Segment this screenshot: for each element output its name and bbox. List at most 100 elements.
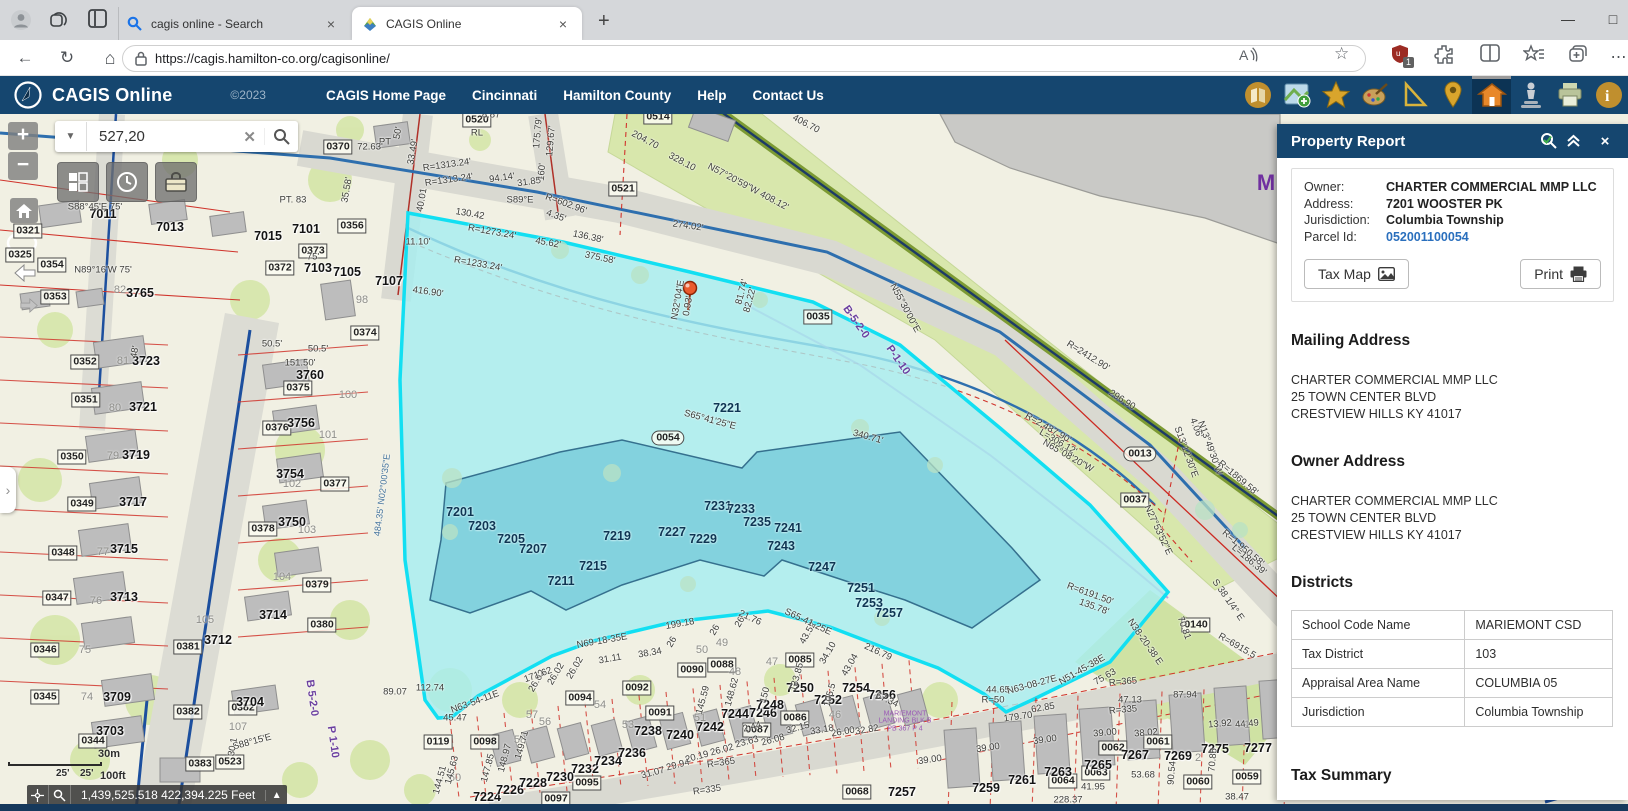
toolbox-button[interactable] <box>155 162 197 202</box>
nav-link-hamilton-county[interactable]: Hamilton County <box>563 88 671 103</box>
districts-table: School Code NameMARIEMONT CSDTax Distric… <box>1291 610 1613 727</box>
tab-cagis-active[interactable]: CAGIS Online × <box>352 7 582 40</box>
refresh-button[interactable]: ↻ <box>56 47 78 69</box>
property-report-icon[interactable] <box>1472 76 1511 114</box>
map-search-box[interactable]: ▼ 527,20 ✕ <box>55 121 298 152</box>
search-input[interactable]: 527,20 <box>87 128 235 145</box>
print-button[interactable]: Print <box>1520 259 1601 289</box>
coordinates-readout: 1,439,525.518 422,394.225 Feet <box>71 788 265 802</box>
parcel-info-card: Owner:CHARTER COMMERCIAL MMP LLCAddress:… <box>1291 168 1614 302</box>
crosshair-icon[interactable] <box>27 785 49 805</box>
default-extent-button[interactable] <box>10 198 38 223</box>
districts-row: School Code NameMARIEMONT CSD <box>1292 611 1613 640</box>
header-toolbar: i <box>1238 76 1628 114</box>
parcel-info-row: Jurisdiction:Columbia Township <box>1304 212 1601 229</box>
tax-summary-heading: Tax Summary <box>1291 767 1614 785</box>
print-icon[interactable] <box>1550 76 1589 114</box>
panel-body: Owner:CHARTER COMMERCIAL MMP LLCAddress:… <box>1277 158 1628 800</box>
search-clear-icon[interactable]: ✕ <box>235 128 264 146</box>
cagis-tab-favicon <box>362 16 378 32</box>
bookmarks-icon[interactable] <box>1316 76 1355 114</box>
info-value: Columbia Township <box>1386 212 1504 229</box>
extension-badge: 1 <box>1403 57 1414 68</box>
add-data-icon[interactable] <box>1277 76 1316 114</box>
next-extent-button[interactable] <box>20 298 38 313</box>
scale-tick-label: 25' <box>56 768 70 779</box>
favorite-star-icon[interactable]: ☆ <box>1334 44 1349 64</box>
parcel-info-rows: Owner:CHARTER COMMERCIAL MMP LLCAddress:… <box>1304 179 1601 245</box>
svg-text:A: A <box>1239 47 1249 63</box>
address-line: CHARTER COMMERCIAL MMP LLC <box>1291 493 1614 510</box>
property-report-panel: Property Report × Owner:CHARTER COMMERCI… <box>1277 124 1628 800</box>
minimize-button[interactable]: — <box>1551 4 1585 34</box>
address-bar[interactable]: https://cagis.hamilton-co.org/cagisonlin… <box>122 45 1366 72</box>
info-label: Owner: <box>1304 179 1386 196</box>
workspaces-icon[interactable] <box>48 9 70 31</box>
sidebar-expander[interactable]: › <box>0 467 16 513</box>
parcel-info-row: Owner:CHARTER COMMERCIAL MMP LLC <box>1304 179 1601 196</box>
measure-icon[interactable] <box>1394 76 1433 114</box>
new-tab-button[interactable]: + <box>598 10 610 33</box>
adblock-extension-icon[interactable]: u 1 <box>1390 44 1410 64</box>
scale-metric-label: 30m <box>98 748 120 760</box>
owner-address-lines: CHARTER COMMERCIAL MMP LLC25 TOWN CENTER… <box>1291 493 1614 544</box>
tab-close-icon[interactable]: × <box>322 16 340 32</box>
scale-tick-label: 25' <box>80 768 94 779</box>
districts-row: JurisdictionColumbia Township <box>1292 698 1613 727</box>
address-line: 25 TOWN CENTER BLVD <box>1291 389 1614 406</box>
zoom-out-button[interactable]: − <box>8 152 38 180</box>
parcel-id-link[interactable]: 052001100054 <box>1386 229 1469 246</box>
locate-icon[interactable] <box>1433 76 1472 114</box>
nav-link-cincinnati[interactable]: Cincinnati <box>472 88 537 103</box>
panel-header: Property Report × <box>1277 124 1628 158</box>
street-view-icon[interactable] <box>1511 76 1550 114</box>
favorites-bar-icon[interactable] <box>1523 44 1545 64</box>
tab-search[interactable]: cagis online - Search × <box>118 7 348 40</box>
tab-actions-icon[interactable] <box>88 9 110 31</box>
help-icon[interactable]: i <box>1589 76 1628 114</box>
read-aloud-icon[interactable]: A <box>1236 44 1258 66</box>
statusbar-collapse-icon[interactable]: ▲ <box>265 790 287 801</box>
cagis-header: CAGIS Online ©2023 CAGIS Home PageCincin… <box>0 76 1628 114</box>
scale-imperial-label: 100ft <box>100 770 126 782</box>
address-line: CHARTER COMMERCIAL MMP LLC <box>1291 372 1614 389</box>
tab-title: CAGIS Online <box>386 17 461 31</box>
nav-link-help[interactable]: Help <box>697 88 726 103</box>
collections-icon[interactable] <box>1568 44 1589 63</box>
parcel-info-row: Parcel Id:052001100054 <box>1304 229 1601 246</box>
url-text[interactable]: https://cagis.hamilton-co.org/cagisonlin… <box>155 51 390 66</box>
info-value: CHARTER COMMERCIAL MMP LLC <box>1386 179 1597 196</box>
back-button[interactable]: ← <box>14 47 36 69</box>
profile-avatar[interactable] <box>10 9 32 31</box>
districts-cell: 103 <box>1465 640 1613 669</box>
statusbar-search-icon[interactable] <box>49 785 71 805</box>
basemap-gallery-icon[interactable] <box>1238 76 1277 114</box>
tab-close-icon[interactable]: × <box>554 16 572 32</box>
districts-cell: School Code Name <box>1292 611 1465 640</box>
nav-link-cagis-home-page[interactable]: CAGIS Home Page <box>326 88 446 103</box>
browser-tab-strip: cagis online - Search × CAGIS Online × +… <box>0 0 1628 40</box>
split-screen-icon[interactable] <box>1480 44 1500 62</box>
home-button[interactable]: ⌂ <box>99 47 121 69</box>
basemap-switcher-button[interactable] <box>57 162 99 202</box>
districts-cell: Tax District <box>1292 640 1465 669</box>
previous-extent-button[interactable] <box>14 264 36 282</box>
lock-icon <box>135 51 147 66</box>
address-line: CRESTVIEW HILLS KY 41017 <box>1291 527 1614 544</box>
browser-toolbar: ← ↻ ⌂ https://cagis.hamilton-co.org/cagi… <box>0 40 1628 76</box>
panel-search-icon[interactable] <box>1540 132 1566 150</box>
panel-collapse-icon[interactable] <box>1566 134 1592 148</box>
panel-close-icon[interactable]: × <box>1592 133 1618 150</box>
mailing-address-heading: Mailing Address <box>1291 332 1614 350</box>
tax-map-button[interactable]: Tax Map <box>1304 259 1409 289</box>
search-dropdown-caret[interactable]: ▼ <box>55 122 87 151</box>
cagis-logo <box>14 81 42 109</box>
maximize-button[interactable]: □ <box>1596 4 1628 34</box>
zoom-in-button[interactable]: + <box>8 122 38 150</box>
draw-icon[interactable] <box>1355 76 1394 114</box>
extensions-puzzle-icon[interactable] <box>1434 44 1454 64</box>
settings-menu-icon[interactable]: ⋯ <box>1608 47 1628 69</box>
nav-link-contact-us[interactable]: Contact Us <box>753 88 824 103</box>
history-clock-button[interactable] <box>106 162 148 202</box>
search-icon[interactable] <box>264 128 298 145</box>
